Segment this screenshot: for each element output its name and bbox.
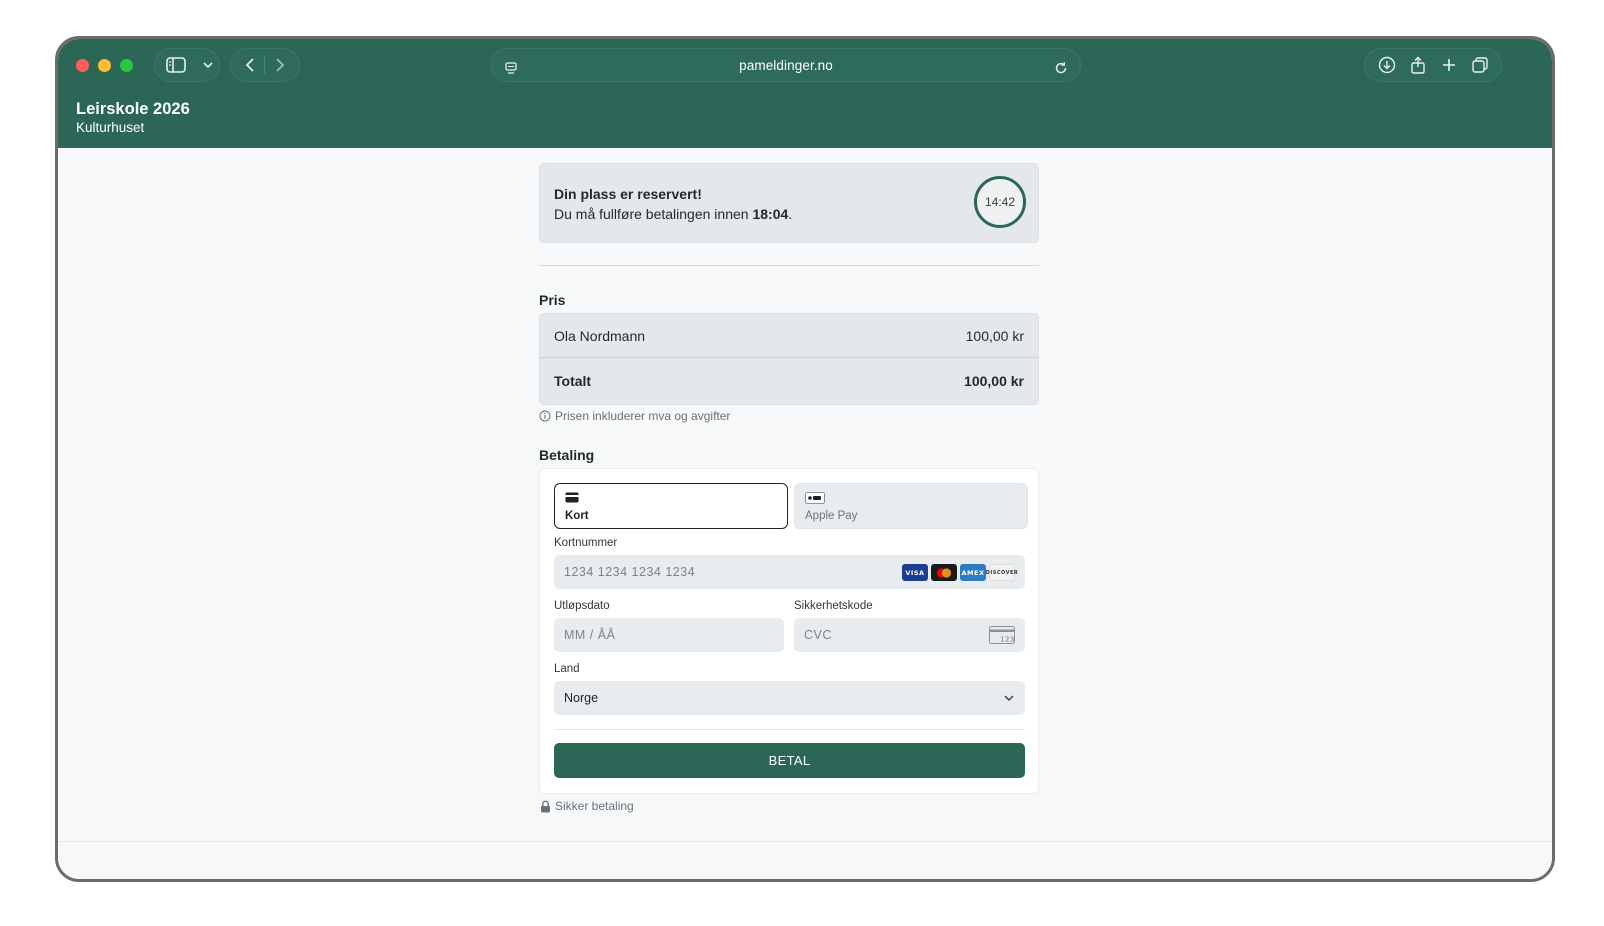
history-nav-group (230, 48, 300, 82)
chevron-down-icon[interactable] (197, 54, 219, 76)
payment-form: Kort Apple Pay Kortnummer 1234 1234 1234… (539, 468, 1039, 794)
minimize-window-button[interactable] (98, 59, 111, 72)
form-divider (554, 729, 1025, 730)
discover-logo-icon: DISCOVER (986, 564, 1018, 581)
back-arrow-icon[interactable] (239, 54, 261, 76)
country-select[interactable]: Norge (554, 681, 1025, 715)
download-icon[interactable] (1376, 54, 1398, 76)
svg-text:123: 123 (1000, 636, 1015, 644)
close-window-button[interactable] (76, 59, 89, 72)
credit-card-icon (565, 492, 579, 503)
chevron-down-icon (1004, 695, 1014, 701)
mastercard-logo-icon (931, 564, 957, 581)
payment-method-card[interactable]: Kort (554, 483, 788, 529)
event-venue: Kulturhuset (76, 120, 145, 135)
cvc-input[interactable]: CVC 123 (794, 618, 1025, 652)
secure-payment-text: Sikker betaling (555, 799, 634, 813)
attendee-name: Ola Nordmann (554, 327, 646, 344)
reservation-banner: Din plass er reservert! Du må fullføre b… (539, 163, 1039, 243)
reload-icon[interactable] (1050, 57, 1072, 79)
card-number-input[interactable]: 1234 1234 1234 1234 VISA AMEX DISCOVER (554, 555, 1025, 589)
price-line-item: Ola Nordmann 100,00 kr (540, 314, 1038, 358)
payment-section-label: Betaling (539, 447, 595, 463)
sidebar-toggle-group (154, 48, 220, 82)
countdown-timer: 14:42 (974, 176, 1026, 228)
reservation-deadline: 18:04 (752, 206, 789, 222)
share-icon[interactable] (1407, 54, 1429, 76)
nav-divider (264, 56, 266, 74)
reservation-message: Du må fullføre betalingen innen 18:04. (554, 206, 792, 222)
price-summary: Ola Nordmann 100,00 kr Totalt 100,00 kr (539, 313, 1039, 405)
checkout-page: Din plass er reservert! Du må fullføre b… (58, 148, 1552, 845)
country-label: Land (554, 663, 580, 675)
event-title: Leirskole 2026 (76, 100, 190, 118)
window-controls (76, 59, 133, 72)
card-number-label: Kortnummer (554, 537, 618, 549)
new-tab-plus-icon[interactable] (1438, 54, 1460, 76)
reservation-message-end: . (788, 206, 793, 222)
browser-window: pameldinger.no Leirskole 2026 Kulturhuse… (55, 36, 1555, 882)
reservation-title: Din plass er reservert! (554, 186, 702, 202)
total-label: Totalt (554, 373, 592, 389)
card-number-placeholder: 1234 1234 1234 1234 (564, 565, 696, 579)
pay-button[interactable]: BETAL (554, 743, 1025, 778)
browser-toolbar: pameldinger.no Leirskole 2026 Kulturhuse… (58, 39, 1552, 148)
price-total-row: Totalt 100,00 kr (540, 359, 1038, 403)
visa-logo-icon: VISA (902, 564, 928, 581)
forward-arrow-icon[interactable] (269, 54, 291, 76)
zoom-window-button[interactable] (120, 59, 133, 72)
total-amount: 100,00 kr (964, 373, 1024, 389)
expiry-input[interactable]: MM / ÅÅ (554, 618, 784, 652)
card-brand-logos: VISA AMEX DISCOVER (902, 564, 1018, 581)
url-text: pameldinger.no (739, 58, 833, 73)
tab-overview-icon[interactable] (1469, 54, 1491, 76)
expiry-label: Utløpsdato (554, 600, 610, 612)
cvc-label: Sikkerhetskode (794, 600, 873, 612)
address-bar[interactable]: pameldinger.no (491, 48, 1081, 82)
payment-method-apple-pay-label: Apple Pay (805, 510, 858, 522)
sidebar-icon[interactable] (165, 54, 187, 76)
payment-method-card-label: Kort (565, 510, 589, 522)
country-value: Norge (564, 691, 599, 705)
payment-method-apple-pay[interactable]: Apple Pay (794, 483, 1028, 529)
lock-icon (539, 800, 551, 812)
vat-note-text: Prisen inkluderer mva og avgifter (555, 409, 731, 423)
info-icon (539, 410, 551, 422)
page-footer (58, 842, 1552, 879)
reservation-message-text: Du må fullføre betalingen innen (554, 206, 753, 222)
cvc-placeholder: CVC (804, 628, 832, 642)
section-divider (539, 265, 1039, 266)
attendee-amount: 100,00 kr (965, 327, 1024, 344)
apple-pay-icon (805, 492, 825, 504)
vat-note: Prisen inkluderer mva og avgifter (539, 409, 1039, 423)
toolbar-actions-group (1364, 48, 1502, 82)
amex-logo-icon: AMEX (960, 564, 986, 581)
cvc-card-icon: 123 (989, 626, 1015, 647)
expiry-placeholder: MM / ÅÅ (564, 628, 616, 642)
secure-payment-note: Sikker betaling (539, 799, 1039, 813)
price-section-label: Pris (539, 292, 566, 308)
